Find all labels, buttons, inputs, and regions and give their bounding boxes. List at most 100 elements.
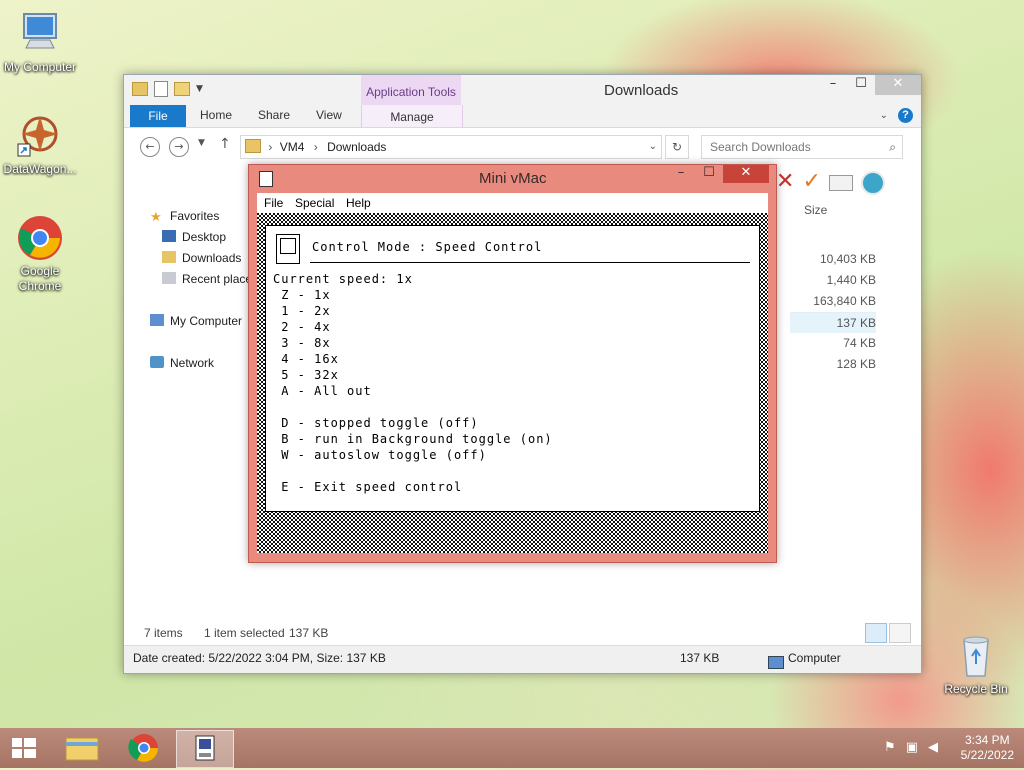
panel-line: W - autoslow toggle (off) bbox=[273, 448, 487, 462]
details-location: Computer bbox=[788, 651, 841, 665]
nav-my-computer[interactable]: My Computer bbox=[150, 311, 242, 331]
start-button[interactable] bbox=[0, 730, 48, 766]
breadcrumb-segment[interactable]: VM4 bbox=[280, 140, 305, 154]
address-row: ← → ▼ ↑ › VM4 › Downloads ⌄ ↻ Search Dow… bbox=[124, 128, 921, 162]
size-cell[interactable]: 10,403 KB bbox=[790, 249, 876, 269]
size-column-header[interactable]: Size bbox=[804, 203, 827, 217]
taskbar-chrome[interactable] bbox=[116, 730, 172, 766]
nav-network[interactable]: Network bbox=[150, 353, 214, 373]
contextual-tab-group: Application Tools bbox=[361, 75, 461, 105]
network-status-icon[interactable]: ▣ bbox=[906, 740, 918, 755]
minivmac-app-icon[interactable] bbox=[259, 171, 273, 187]
maximize-button[interactable]: ☐ bbox=[695, 165, 723, 183]
details-view-icon[interactable] bbox=[865, 623, 887, 643]
customize-qat-icon[interactable]: ▼ bbox=[196, 84, 203, 94]
delete-x-icon[interactable]: ✕ bbox=[776, 169, 794, 195]
menu-special[interactable]: Special bbox=[295, 196, 334, 210]
size-cell[interactable]: 74 KB bbox=[790, 333, 876, 353]
panel-line: 3 - 8x bbox=[273, 336, 331, 350]
emulator-screen[interactable]: Control Mode : Speed Control Current spe… bbox=[257, 213, 768, 553]
control-mode-title: Control Mode : Speed Control bbox=[312, 240, 543, 254]
details-created: Date created: 5/22/2022 3:04 PM, Size: 1… bbox=[133, 651, 386, 665]
minivmac-icon bbox=[195, 735, 215, 761]
desktop-icon-recycle-bin[interactable]: Recycle Bin bbox=[936, 632, 1016, 697]
search-input[interactable]: Search Downloads ⌕ bbox=[701, 135, 903, 159]
clock-time: 3:34 PM bbox=[964, 733, 1010, 747]
taskbar-file-explorer[interactable] bbox=[54, 730, 110, 766]
back-button[interactable]: ← bbox=[140, 137, 160, 157]
clock[interactable]: 3:34 PM 5/22/2022 bbox=[961, 733, 1014, 763]
size-cell[interactable]: 128 KB bbox=[790, 354, 876, 374]
taskbar-minivmac[interactable] bbox=[176, 730, 234, 768]
desktop-icon-datawagon[interactable]: DataWagon... bbox=[0, 112, 80, 177]
breadcrumb-segment[interactable]: Downloads bbox=[327, 140, 386, 154]
windows-logo-icon bbox=[12, 738, 36, 758]
address-bar[interactable]: › VM4 › Downloads ⌄ bbox=[240, 135, 662, 159]
volume-muted-icon[interactable]: ◀ bbox=[928, 740, 938, 755]
menu-file[interactable]: File bbox=[264, 196, 283, 210]
search-icon: ⌕ bbox=[889, 140, 896, 154]
menu-help[interactable]: Help bbox=[346, 196, 371, 210]
desktop-icon-chrome[interactable]: Google Chrome bbox=[0, 214, 80, 294]
recent-places-icon bbox=[162, 272, 176, 284]
checkmark-icon[interactable]: ✓ bbox=[802, 169, 820, 195]
recent-locations-icon[interactable]: ▼ bbox=[198, 138, 205, 148]
details-size: 137 KB bbox=[680, 651, 720, 665]
new-folder-icon[interactable] bbox=[174, 82, 190, 96]
maximize-button[interactable]: ☐ bbox=[847, 75, 875, 95]
taskbar: ⚑ ▣ ◀ 3:34 PM 5/22/2022 bbox=[0, 728, 1024, 768]
drive-icon[interactable] bbox=[828, 175, 853, 191]
chrome-icon bbox=[16, 214, 64, 262]
minivmac-menubar: File Special Help bbox=[257, 193, 768, 214]
nav-recent-places[interactable]: Recent places bbox=[162, 269, 258, 289]
computer-icon bbox=[16, 10, 64, 58]
network-globe-icon[interactable] bbox=[860, 171, 885, 195]
nav-favorites[interactable]: ★ Favorites bbox=[150, 206, 219, 226]
nav-downloads[interactable]: Downloads bbox=[162, 248, 241, 268]
minivmac-window[interactable]: Mini vMac – ☐ ✕ File Special Help Contro… bbox=[248, 164, 777, 563]
mac-icon bbox=[276, 234, 300, 264]
minivmac-titlebar[interactable]: Mini vMac – ☐ ✕ bbox=[249, 165, 776, 193]
expand-ribbon-icon[interactable]: ⌄ bbox=[880, 110, 888, 121]
help-icon[interactable]: ? bbox=[898, 108, 913, 123]
close-button[interactable]: ✕ bbox=[875, 75, 921, 95]
size-cell[interactable]: 163,840 KB bbox=[790, 291, 876, 311]
window-title: Downloads bbox=[604, 82, 679, 99]
tab-view[interactable]: View bbox=[316, 108, 342, 122]
network-icon bbox=[150, 356, 164, 368]
tab-file[interactable]: File bbox=[130, 105, 186, 127]
folder-icon[interactable] bbox=[132, 82, 148, 96]
minimize-button[interactable]: – bbox=[667, 165, 695, 183]
address-dropdown-icon[interactable]: ⌄ bbox=[649, 136, 657, 158]
action-center-flag-icon[interactable]: ⚑ bbox=[884, 740, 896, 755]
tab-share[interactable]: Share bbox=[258, 108, 290, 122]
panel-line: B - run in Background toggle (on) bbox=[273, 432, 553, 446]
size-cell-selected[interactable]: 137 KB bbox=[790, 312, 876, 333]
refresh-button[interactable]: ↻ bbox=[665, 135, 689, 159]
quick-access-toolbar: ▼ bbox=[132, 81, 203, 97]
desktop-icon-my-computer[interactable]: My Computer bbox=[0, 10, 80, 75]
large-icons-view-icon[interactable] bbox=[889, 623, 911, 643]
recycle-bin-icon bbox=[952, 632, 1000, 680]
details-bar: Date created: 5/22/2022 3:04 PM, Size: 1… bbox=[124, 645, 921, 673]
panel-line: E - Exit speed control bbox=[273, 480, 463, 494]
tab-home[interactable]: Home bbox=[200, 108, 232, 122]
tab-manage[interactable]: Manage bbox=[361, 105, 463, 127]
desktop-folder-icon bbox=[162, 230, 176, 242]
close-button[interactable]: ✕ bbox=[723, 165, 769, 183]
panel-line: D - stopped toggle (off) bbox=[273, 416, 479, 430]
datawagon-icon bbox=[16, 112, 64, 160]
forward-button[interactable]: → bbox=[169, 137, 189, 157]
minimize-button[interactable]: – bbox=[819, 75, 847, 95]
window-controls: – ☐ ✕ bbox=[819, 75, 921, 95]
properties-icon[interactable] bbox=[154, 81, 168, 97]
nav-desktop[interactable]: Desktop bbox=[162, 227, 226, 247]
desktop-icon-label: Google Chrome bbox=[18, 264, 62, 293]
up-button[interactable]: ↑ bbox=[219, 136, 231, 152]
downloads-folder-icon bbox=[162, 251, 176, 263]
size-cell[interactable]: 1,440 KB bbox=[790, 270, 876, 290]
star-icon: ★ bbox=[150, 209, 162, 224]
panel-line: 1 - 2x bbox=[273, 304, 331, 318]
ribbon-tabs: File Home Share View Manage ⌄ ? bbox=[124, 105, 921, 128]
explorer-titlebar[interactable]: ▼ Application Tools Downloads – ☐ ✕ bbox=[124, 75, 921, 105]
